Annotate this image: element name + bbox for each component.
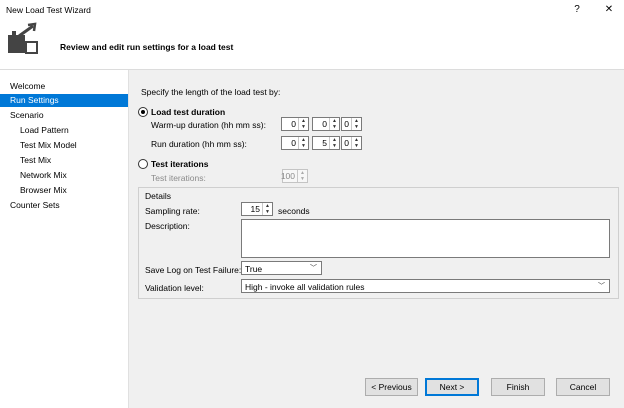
- test-iterations-stepper: 100 ▲ ▼: [281, 169, 308, 183]
- sampling-unit: seconds: [278, 206, 310, 216]
- spin-down-icon[interactable]: ▼: [330, 124, 339, 130]
- sidebar-item-test-mix[interactable]: Test Mix: [0, 154, 128, 167]
- finish-button[interactable]: Finish: [491, 378, 545, 396]
- validation-level-dropdown[interactable]: High - invoke all validation rules ﹀: [241, 279, 610, 293]
- intro-text: Specify the length of the load test by:: [141, 87, 281, 97]
- run-minutes-stepper[interactable]: 5 ▲ ▼: [312, 136, 340, 150]
- run-duration-label: Run duration (hh mm ss):: [151, 139, 247, 149]
- window-title: New Load Test Wizard: [6, 5, 91, 15]
- wizard-sidebar: Welcome Run Settings Scenario Load Patte…: [0, 70, 129, 408]
- warmup-duration-label: Warm-up duration (hh mm ss):: [151, 120, 266, 130]
- title-bar: New Load Test Wizard ? ✕: [0, 0, 624, 20]
- next-button[interactable]: Next >: [425, 378, 479, 396]
- warmup-seconds-stepper[interactable]: 0 ▲ ▼: [341, 117, 362, 131]
- sidebar-item-counter-sets[interactable]: Counter Sets: [0, 199, 128, 212]
- header-subtitle: Review and edit run settings for a load …: [60, 42, 234, 52]
- sidebar-item-network-mix[interactable]: Network Mix: [0, 169, 128, 182]
- spin-down-icon[interactable]: ▼: [263, 209, 272, 215]
- sidebar-item-test-mix-model[interactable]: Test Mix Model: [0, 139, 128, 152]
- chevron-down-icon: ﹀: [598, 283, 605, 290]
- run-hours-stepper[interactable]: 0 ▲ ▼: [281, 136, 309, 150]
- run-seconds-stepper[interactable]: 0 ▲ ▼: [341, 136, 362, 150]
- spin-down-icon[interactable]: ▼: [330, 143, 339, 149]
- load-test-wizard-icon: [8, 22, 38, 54]
- sidebar-item-run-settings[interactable]: Run Settings: [0, 94, 128, 107]
- spin-down-icon[interactable]: ▼: [299, 143, 308, 149]
- sidebar-item-welcome[interactable]: Welcome: [0, 80, 128, 93]
- save-log-label: Save Log on Test Failure:: [145, 265, 242, 275]
- description-textarea[interactable]: [241, 219, 610, 258]
- sidebar-item-scenario[interactable]: Scenario: [0, 109, 128, 122]
- sampling-rate-stepper[interactable]: 15 ▲ ▼: [241, 202, 273, 216]
- help-button[interactable]: ?: [570, 3, 584, 17]
- sidebar-item-load-pattern[interactable]: Load Pattern: [0, 124, 128, 137]
- previous-button[interactable]: < Previous: [365, 378, 418, 396]
- spin-down-icon: ▼: [300, 176, 305, 182]
- wizard-header: Review and edit run settings for a load …: [0, 20, 624, 70]
- cancel-button[interactable]: Cancel: [556, 378, 610, 396]
- warmup-hours-stepper[interactable]: 0 ▲ ▼: [281, 117, 309, 131]
- test-iterations-label[interactable]: Test iterations: [151, 159, 208, 169]
- chevron-down-icon: ﹀: [310, 265, 317, 272]
- spin-down-icon[interactable]: ▼: [299, 124, 308, 130]
- description-label: Description:: [145, 221, 190, 231]
- test-iterations-radio[interactable]: [138, 159, 148, 169]
- save-log-dropdown[interactable]: True ﹀: [241, 261, 322, 275]
- warmup-minutes-stepper[interactable]: 0 ▲ ▼: [312, 117, 340, 131]
- load-test-duration-radio[interactable]: [138, 107, 148, 117]
- sampling-rate-label: Sampling rate:: [145, 206, 200, 216]
- spin-down-icon[interactable]: ▼: [352, 124, 361, 130]
- details-legend: Details: [144, 191, 172, 201]
- load-test-duration-label[interactable]: Load test duration: [151, 107, 225, 117]
- sidebar-item-browser-mix[interactable]: Browser Mix: [0, 184, 128, 197]
- spin-down-icon[interactable]: ▼: [352, 143, 361, 149]
- validation-level-label: Validation level:: [145, 283, 204, 293]
- test-iterations-count-label: Test iterations:: [151, 173, 206, 183]
- close-button[interactable]: ✕: [602, 3, 616, 17]
